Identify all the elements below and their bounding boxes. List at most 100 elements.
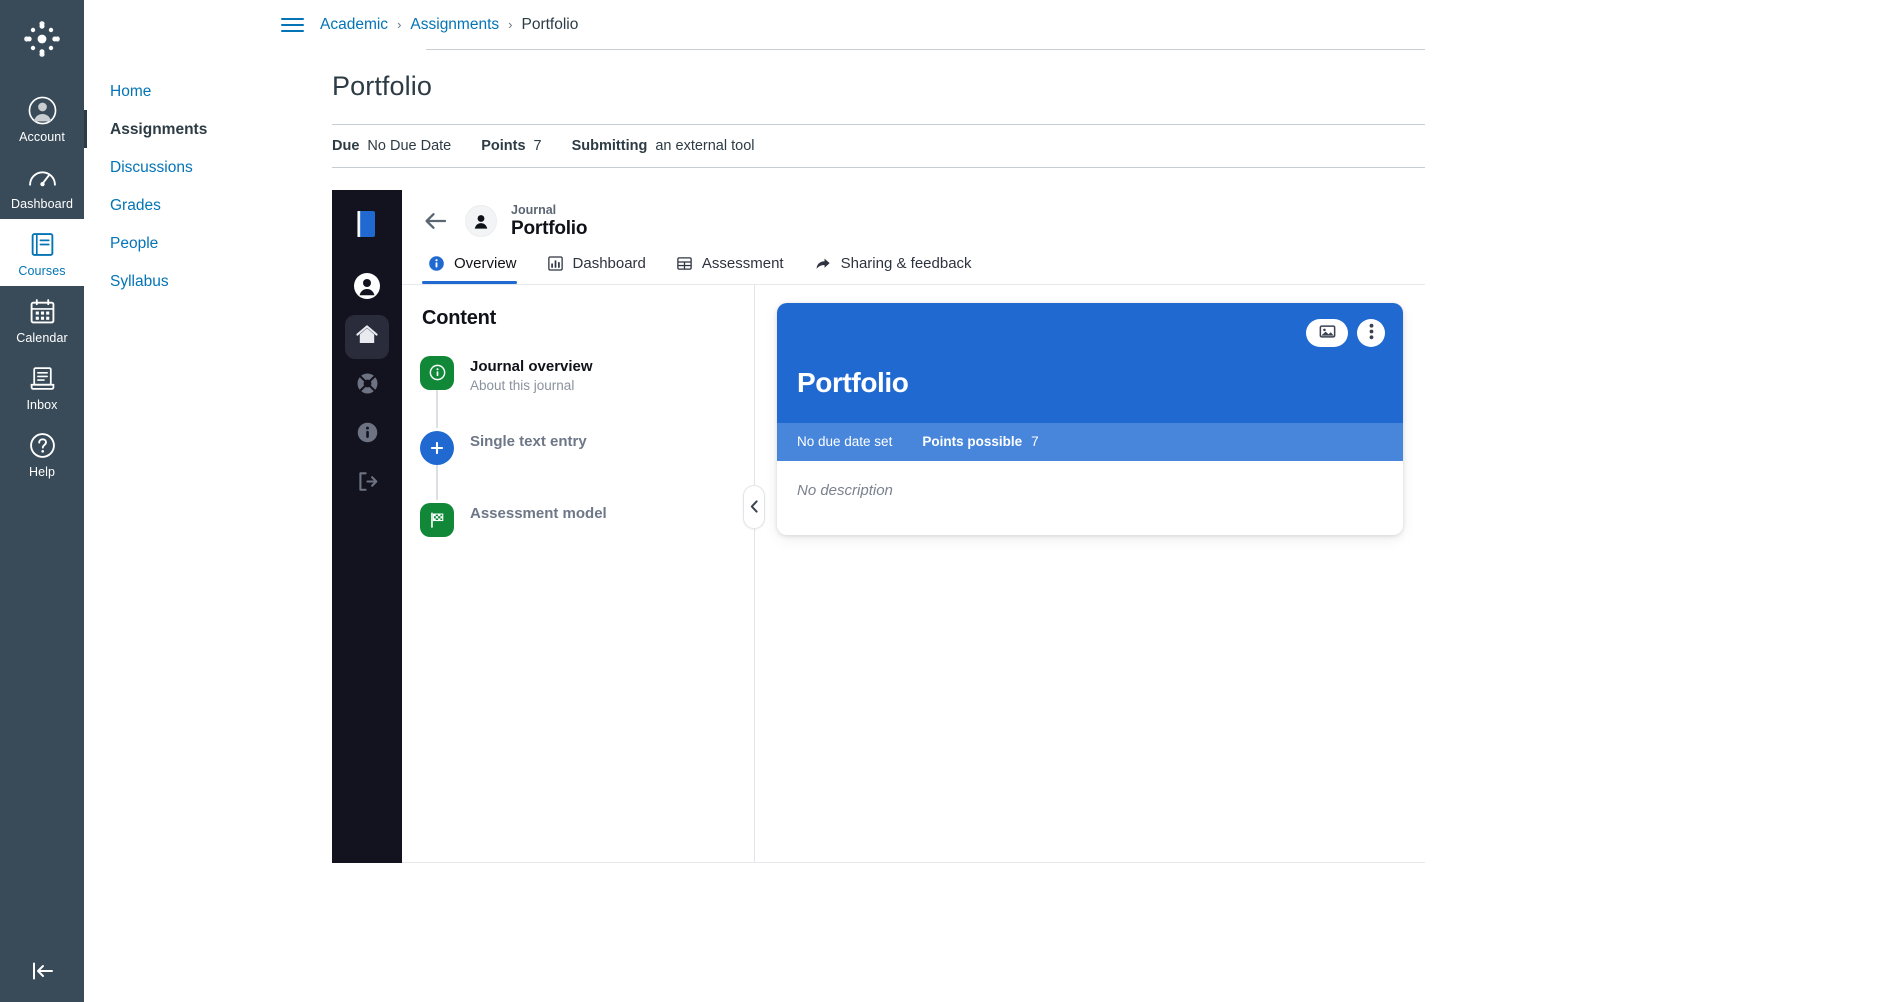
- card-title: Portfolio: [797, 366, 909, 398]
- tool-body: Journal Portfolio Overview Dashboard Ass…: [402, 190, 1425, 863]
- tab-label: Assessment: [701, 254, 784, 272]
- tab-sharing-feedback[interactable]: Sharing & feedback: [806, 249, 994, 284]
- global-nav-label: Account: [19, 130, 65, 144]
- list-item-text: Journal overview About this journal: [470, 356, 593, 393]
- global-nav-label: Inbox: [26, 398, 58, 412]
- app-root: Account Dashboard Courses Calendar Inbox…: [0, 0, 1881, 1002]
- tool-main: Content Journal overview About this jour…: [402, 284, 1425, 862]
- image-button[interactable]: [1306, 318, 1348, 347]
- global-nav-item-account[interactable]: Account: [0, 85, 84, 152]
- global-navigation: Account Dashboard Courses Calendar Inbox…: [0, 0, 84, 1002]
- course-nav-item-people[interactable]: People: [84, 224, 255, 262]
- dashboard-icon: [28, 161, 57, 193]
- page-title: Portfolio: [332, 71, 432, 101]
- tab-assessment[interactable]: Assessment: [668, 249, 806, 284]
- list-item-title: Assessment model: [470, 504, 607, 522]
- help-icon: [29, 429, 56, 461]
- breadcrumb-separator: ›: [397, 17, 402, 32]
- card-due-date: No due date set: [797, 433, 893, 449]
- user-avatar-icon: [353, 272, 381, 305]
- tool-bottom-divider: [402, 862, 1425, 863]
- list-item-text: Assessment model: [470, 503, 607, 523]
- inbox-icon: [29, 362, 56, 394]
- info-icon: [420, 355, 454, 390]
- course-nav-item-home[interactable]: Home: [84, 72, 255, 110]
- top-bar: Academic › Assignments › Portfolio: [255, 0, 1881, 49]
- global-nav-item-inbox[interactable]: Inbox: [0, 353, 84, 420]
- course-nav-item-discussions[interactable]: Discussions: [84, 148, 255, 186]
- meta-divider: [332, 167, 1425, 168]
- course-nav-item-syllabus[interactable]: Syllabus: [84, 262, 255, 300]
- meta-key-submitting: Submitting: [571, 138, 648, 154]
- back-arrow-icon[interactable]: [420, 208, 451, 234]
- tool-tabs: Overview Dashboard Assessment Sharing & …: [402, 249, 1425, 284]
- bar-chart-icon: [547, 255, 564, 272]
- tab-label: Overview: [454, 254, 517, 272]
- meta-value-due: No Due Date: [367, 138, 452, 154]
- list-item-text: Single text entry: [470, 431, 587, 451]
- tab-overview[interactable]: Overview: [420, 249, 539, 284]
- tool-sidebar-item-home[interactable]: [345, 315, 389, 359]
- content-list: Journal overview About this journal Sing…: [420, 355, 754, 537]
- meta-value-submitting: an external tool: [655, 138, 755, 154]
- kebab-menu-icon: [1369, 323, 1374, 343]
- grid-table-icon: [676, 255, 693, 272]
- content-connector: [436, 461, 438, 500]
- kebab-menu-button[interactable]: [1357, 318, 1385, 347]
- plus-icon: [420, 430, 454, 465]
- card-points-label: Points possible: [922, 433, 1023, 449]
- breadcrumb: Academic › Assignments › Portfolio: [320, 16, 578, 34]
- content-heading: Content: [422, 306, 497, 329]
- global-nav-item-calendar[interactable]: Calendar: [0, 286, 84, 353]
- list-item-subtitle: About this journal: [470, 377, 575, 393]
- tool-sidebar-item-logout[interactable]: [345, 462, 389, 506]
- meta-key-due: Due: [332, 138, 360, 154]
- content-connector: [436, 389, 438, 428]
- list-item-journal-overview[interactable]: Journal overview About this journal: [420, 355, 754, 431]
- breadcrumb-item-assignments[interactable]: Assignments: [410, 16, 499, 34]
- book-logo-icon[interactable]: [354, 209, 380, 244]
- card-meta: No due date set Points possible 7: [777, 422, 1403, 461]
- global-nav-label: Courses: [18, 264, 66, 278]
- assignment-card: Portfolio No due date set Points possibl…: [777, 302, 1403, 535]
- tool-header: Journal Portfolio: [402, 190, 1425, 238]
- breadcrumb-item-academic[interactable]: Academic: [320, 16, 388, 34]
- tool-sidebar: [332, 190, 402, 863]
- card-points-value: 7: [1031, 433, 1039, 449]
- tool-header-kicker: Journal: [511, 203, 557, 217]
- share-arrow-icon: [814, 255, 832, 272]
- course-nav-item-grades[interactable]: Grades: [84, 186, 255, 224]
- avatar: [465, 204, 497, 237]
- list-item-assessment-model[interactable]: Assessment model: [420, 502, 754, 537]
- meta-value-points: 7: [533, 138, 542, 154]
- external-tool-frame: Journal Portfolio Overview Dashboard Ass…: [332, 190, 1425, 863]
- card-hero: Portfolio: [777, 302, 1403, 423]
- global-nav-label: Calendar: [16, 331, 68, 345]
- tool-sidebar-item-profile[interactable]: [345, 266, 389, 310]
- tool-sidebar-item-info[interactable]: [345, 413, 389, 457]
- tool-header-text: Journal Portfolio: [511, 204, 587, 238]
- course-nav-item-assignments[interactable]: Assignments: [84, 110, 255, 148]
- collapse-left-icon[interactable]: [0, 960, 84, 982]
- global-nav-item-courses[interactable]: Courses: [0, 219, 84, 286]
- home-icon: [355, 323, 379, 352]
- global-nav-label: Help: [28, 465, 56, 479]
- chevron-left-icon[interactable]: [743, 484, 765, 529]
- course-navigation: Home Assignments Discussions Grades Peop…: [84, 0, 255, 1002]
- info-circle-icon: [428, 255, 445, 272]
- account-icon: [28, 94, 57, 126]
- canvas-logo[interactable]: [23, 20, 61, 63]
- list-item-single-text-entry[interactable]: Single text entry: [420, 430, 754, 503]
- tool-sidebar-item-support[interactable]: [345, 364, 389, 408]
- tab-dashboard[interactable]: Dashboard: [539, 249, 668, 284]
- list-item-title: Journal overview: [470, 357, 593, 375]
- meta-key-points: Points: [481, 138, 526, 154]
- courses-icon: [29, 228, 56, 260]
- calendar-icon: [29, 295, 56, 327]
- breadcrumb-separator: ›: [508, 17, 513, 32]
- image-icon: [1319, 324, 1336, 342]
- hamburger-menu-icon[interactable]: [279, 14, 306, 36]
- global-nav-item-help[interactable]: Help: [0, 420, 84, 487]
- tab-label: Dashboard: [572, 254, 646, 272]
- global-nav-item-dashboard[interactable]: Dashboard: [0, 152, 84, 219]
